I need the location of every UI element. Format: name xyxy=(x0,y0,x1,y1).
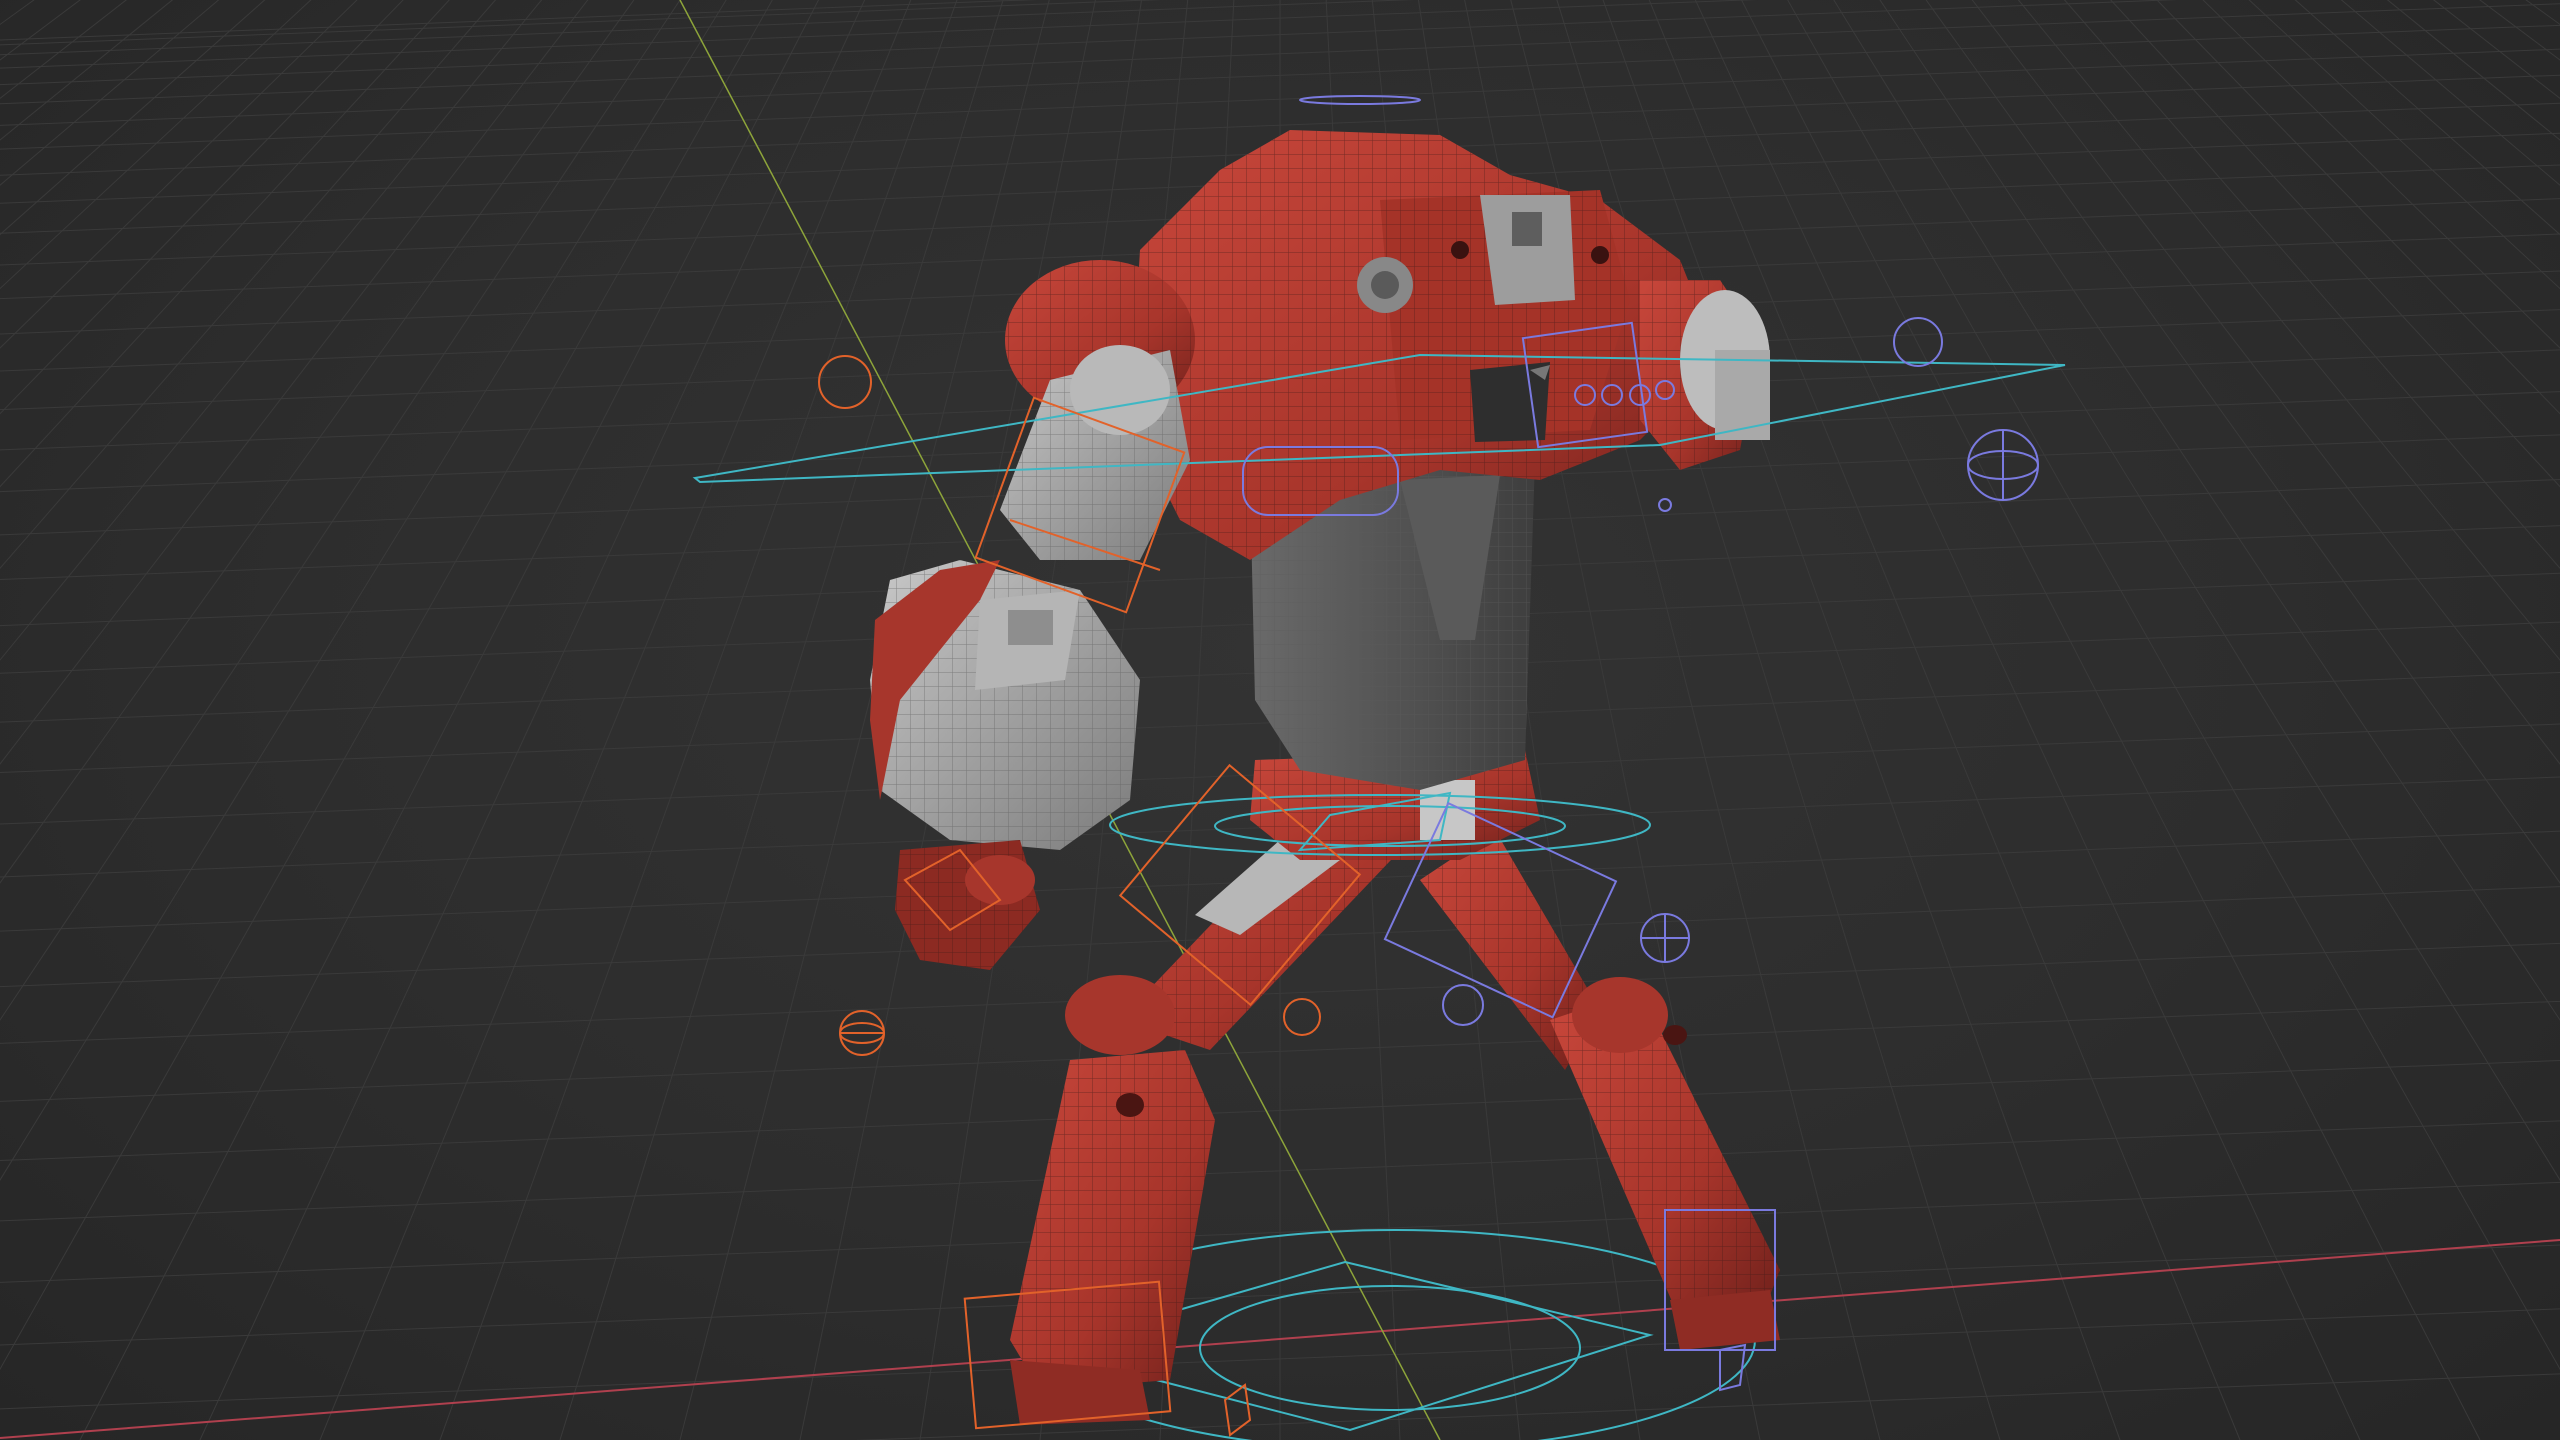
pelvis-joint xyxy=(1420,780,1475,840)
left-elbow xyxy=(1070,345,1170,435)
grid-line xyxy=(2202,0,2560,349)
grid-line xyxy=(0,0,963,1440)
grid-line xyxy=(0,0,1011,1440)
grid-line xyxy=(1616,0,2560,1440)
grid-line xyxy=(0,0,35,26)
left-hand-knuckles xyxy=(965,855,1035,905)
grid-line xyxy=(0,0,973,1440)
left-knee[interactable] xyxy=(1065,975,1175,1055)
grid-line xyxy=(1626,0,2560,1440)
grid-line xyxy=(0,0,982,1440)
grid-line xyxy=(0,0,992,1440)
right-knee[interactable] xyxy=(1572,977,1668,1053)
right-shoulder-cap xyxy=(1715,350,1770,440)
viewport-scene[interactable] xyxy=(0,0,2560,1440)
grid-line xyxy=(1635,0,2560,1440)
grid-line xyxy=(2156,0,2560,415)
grid-line xyxy=(0,0,1002,1440)
grid-line xyxy=(0,0,915,1440)
grid-line xyxy=(0,0,944,1440)
3d-viewport[interactable] xyxy=(0,0,2560,1440)
right-foot[interactable] xyxy=(1670,1290,1780,1350)
grid-line xyxy=(1645,0,2560,1440)
grid-line xyxy=(0,0,925,1440)
head-sensor-plate xyxy=(1480,195,1575,305)
grid-line xyxy=(0,0,954,1440)
